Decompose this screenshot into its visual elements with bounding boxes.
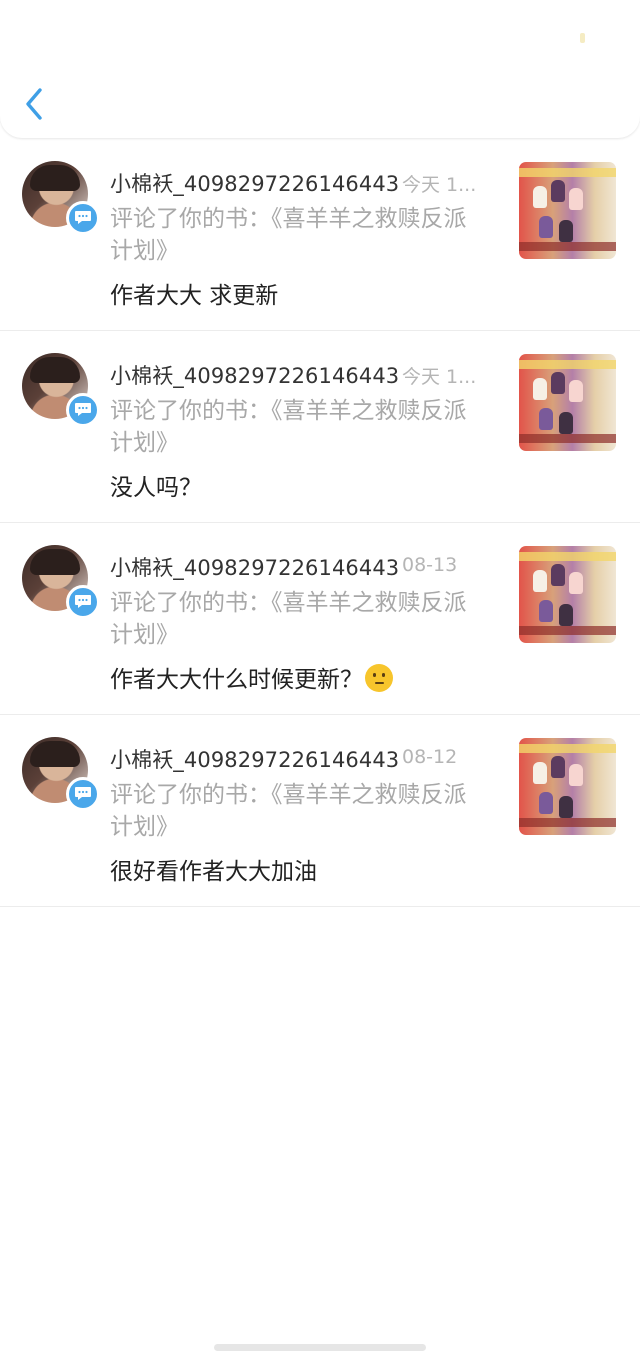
cover-figure (539, 408, 553, 430)
comment-badge-icon (66, 777, 100, 811)
back-button[interactable] (14, 82, 58, 126)
user-name[interactable]: 小棉袄_4098297226146443 (110, 744, 399, 774)
comment-list: 小棉袄_4098297226146443 今天 1... 评论了你的书：《喜羊羊… (0, 139, 640, 907)
chat-bubble-icon (75, 211, 91, 224)
avatar-hair (30, 549, 80, 575)
cover-figure (569, 380, 583, 402)
comment-badge-icon (66, 585, 100, 619)
cover-figure (569, 188, 583, 210)
comment-item[interactable]: 小棉袄_4098297226146443 08-12 评论了你的书：《喜羊羊之救… (0, 715, 640, 907)
status-indicator (580, 33, 585, 43)
avatar-hair (30, 165, 80, 191)
comment-action-text: 评论了你的书：《喜羊羊之救赎反派计划》 (110, 590, 467, 648)
home-indicator (214, 1344, 426, 1351)
chat-bubble-icon (75, 403, 91, 416)
cover-figure (551, 756, 565, 778)
cover-figure (539, 216, 553, 238)
comment-item[interactable]: 小棉袄_4098297226146443 今天 1... 评论了你的书：《喜羊羊… (0, 331, 640, 523)
user-name[interactable]: 小棉袄_4098297226146443 (110, 552, 399, 582)
cover-decoration (519, 168, 616, 177)
chevron-left-icon (26, 88, 42, 120)
cover-decoration (519, 744, 616, 753)
cover-figure (539, 792, 553, 814)
cover-figure (551, 180, 565, 202)
comment-content: 作者大大 求更新 (110, 276, 278, 310)
comment-text: 作者大大 求更新 (110, 283, 279, 309)
cover-decoration (519, 626, 616, 635)
cover-decoration (519, 552, 616, 561)
comment-badge-icon (66, 201, 100, 235)
user-name[interactable]: 小棉袄_4098297226146443 (110, 168, 399, 198)
comment-item[interactable]: 小棉袄_4098297226146443 今天 1... 评论了你的书：《喜羊羊… (0, 139, 640, 331)
top-bar (0, 0, 640, 138)
cover-figure (551, 564, 565, 586)
thinking-face-icon (365, 664, 393, 692)
comment-item[interactable]: 小棉袄_4098297226146443 08-13 评论了你的书：《喜羊羊之救… (0, 523, 640, 715)
comment-content: 没人吗？ (110, 468, 202, 502)
cover-figure (533, 186, 547, 208)
cover-figure (559, 220, 573, 242)
cover-figure (569, 572, 583, 594)
comment-text: 没人吗？ (110, 475, 202, 501)
cover-figure (533, 762, 547, 784)
cover-figure (559, 412, 573, 434)
book-cover-thumbnail[interactable] (519, 162, 616, 259)
comment-notifications-page: 小棉袄_4098297226146443 今天 1... 评论了你的书：《喜羊羊… (0, 0, 640, 1351)
cover-decoration (519, 360, 616, 369)
comment-action-text: 评论了你的书：《喜羊羊之救赎反派计划》 (110, 782, 467, 840)
user-name[interactable]: 小棉袄_4098297226146443 (110, 360, 399, 390)
avatar-hair (30, 741, 80, 767)
comment-text: 很好看作者大大加油 (110, 859, 317, 885)
comment-action-text: 评论了你的书：《喜羊羊之救赎反派计划》 (110, 206, 467, 264)
book-cover-thumbnail[interactable] (519, 354, 616, 451)
avatar-hair (30, 357, 80, 383)
comment-action-text: 评论了你的书：《喜羊羊之救赎反派计划》 (110, 398, 467, 456)
cover-decoration (519, 242, 616, 251)
chat-bubble-icon (75, 787, 91, 800)
cover-figure (569, 764, 583, 786)
cover-figure (533, 570, 547, 592)
book-cover-thumbnail[interactable] (519, 738, 616, 835)
cover-figure (533, 378, 547, 400)
comment-content: 很好看作者大大加油 (110, 852, 317, 886)
chat-bubble-icon (75, 595, 91, 608)
comment-time: 08-13 (402, 554, 458, 576)
cover-figure (539, 600, 553, 622)
cover-figure (551, 372, 565, 394)
book-cover-thumbnail[interactable] (519, 546, 616, 643)
comment-content: 作者大大什么时候更新？ (110, 660, 393, 694)
cover-figure (559, 604, 573, 626)
comment-text: 作者大大什么时候更新？ (110, 667, 363, 693)
comment-time: 08-12 (402, 746, 458, 768)
comment-badge-icon (66, 393, 100, 427)
cover-decoration (519, 434, 616, 443)
comment-time: 今天 1... (402, 174, 477, 196)
cover-figure (559, 796, 573, 818)
cover-decoration (519, 818, 616, 827)
comment-time: 今天 1... (402, 366, 477, 388)
